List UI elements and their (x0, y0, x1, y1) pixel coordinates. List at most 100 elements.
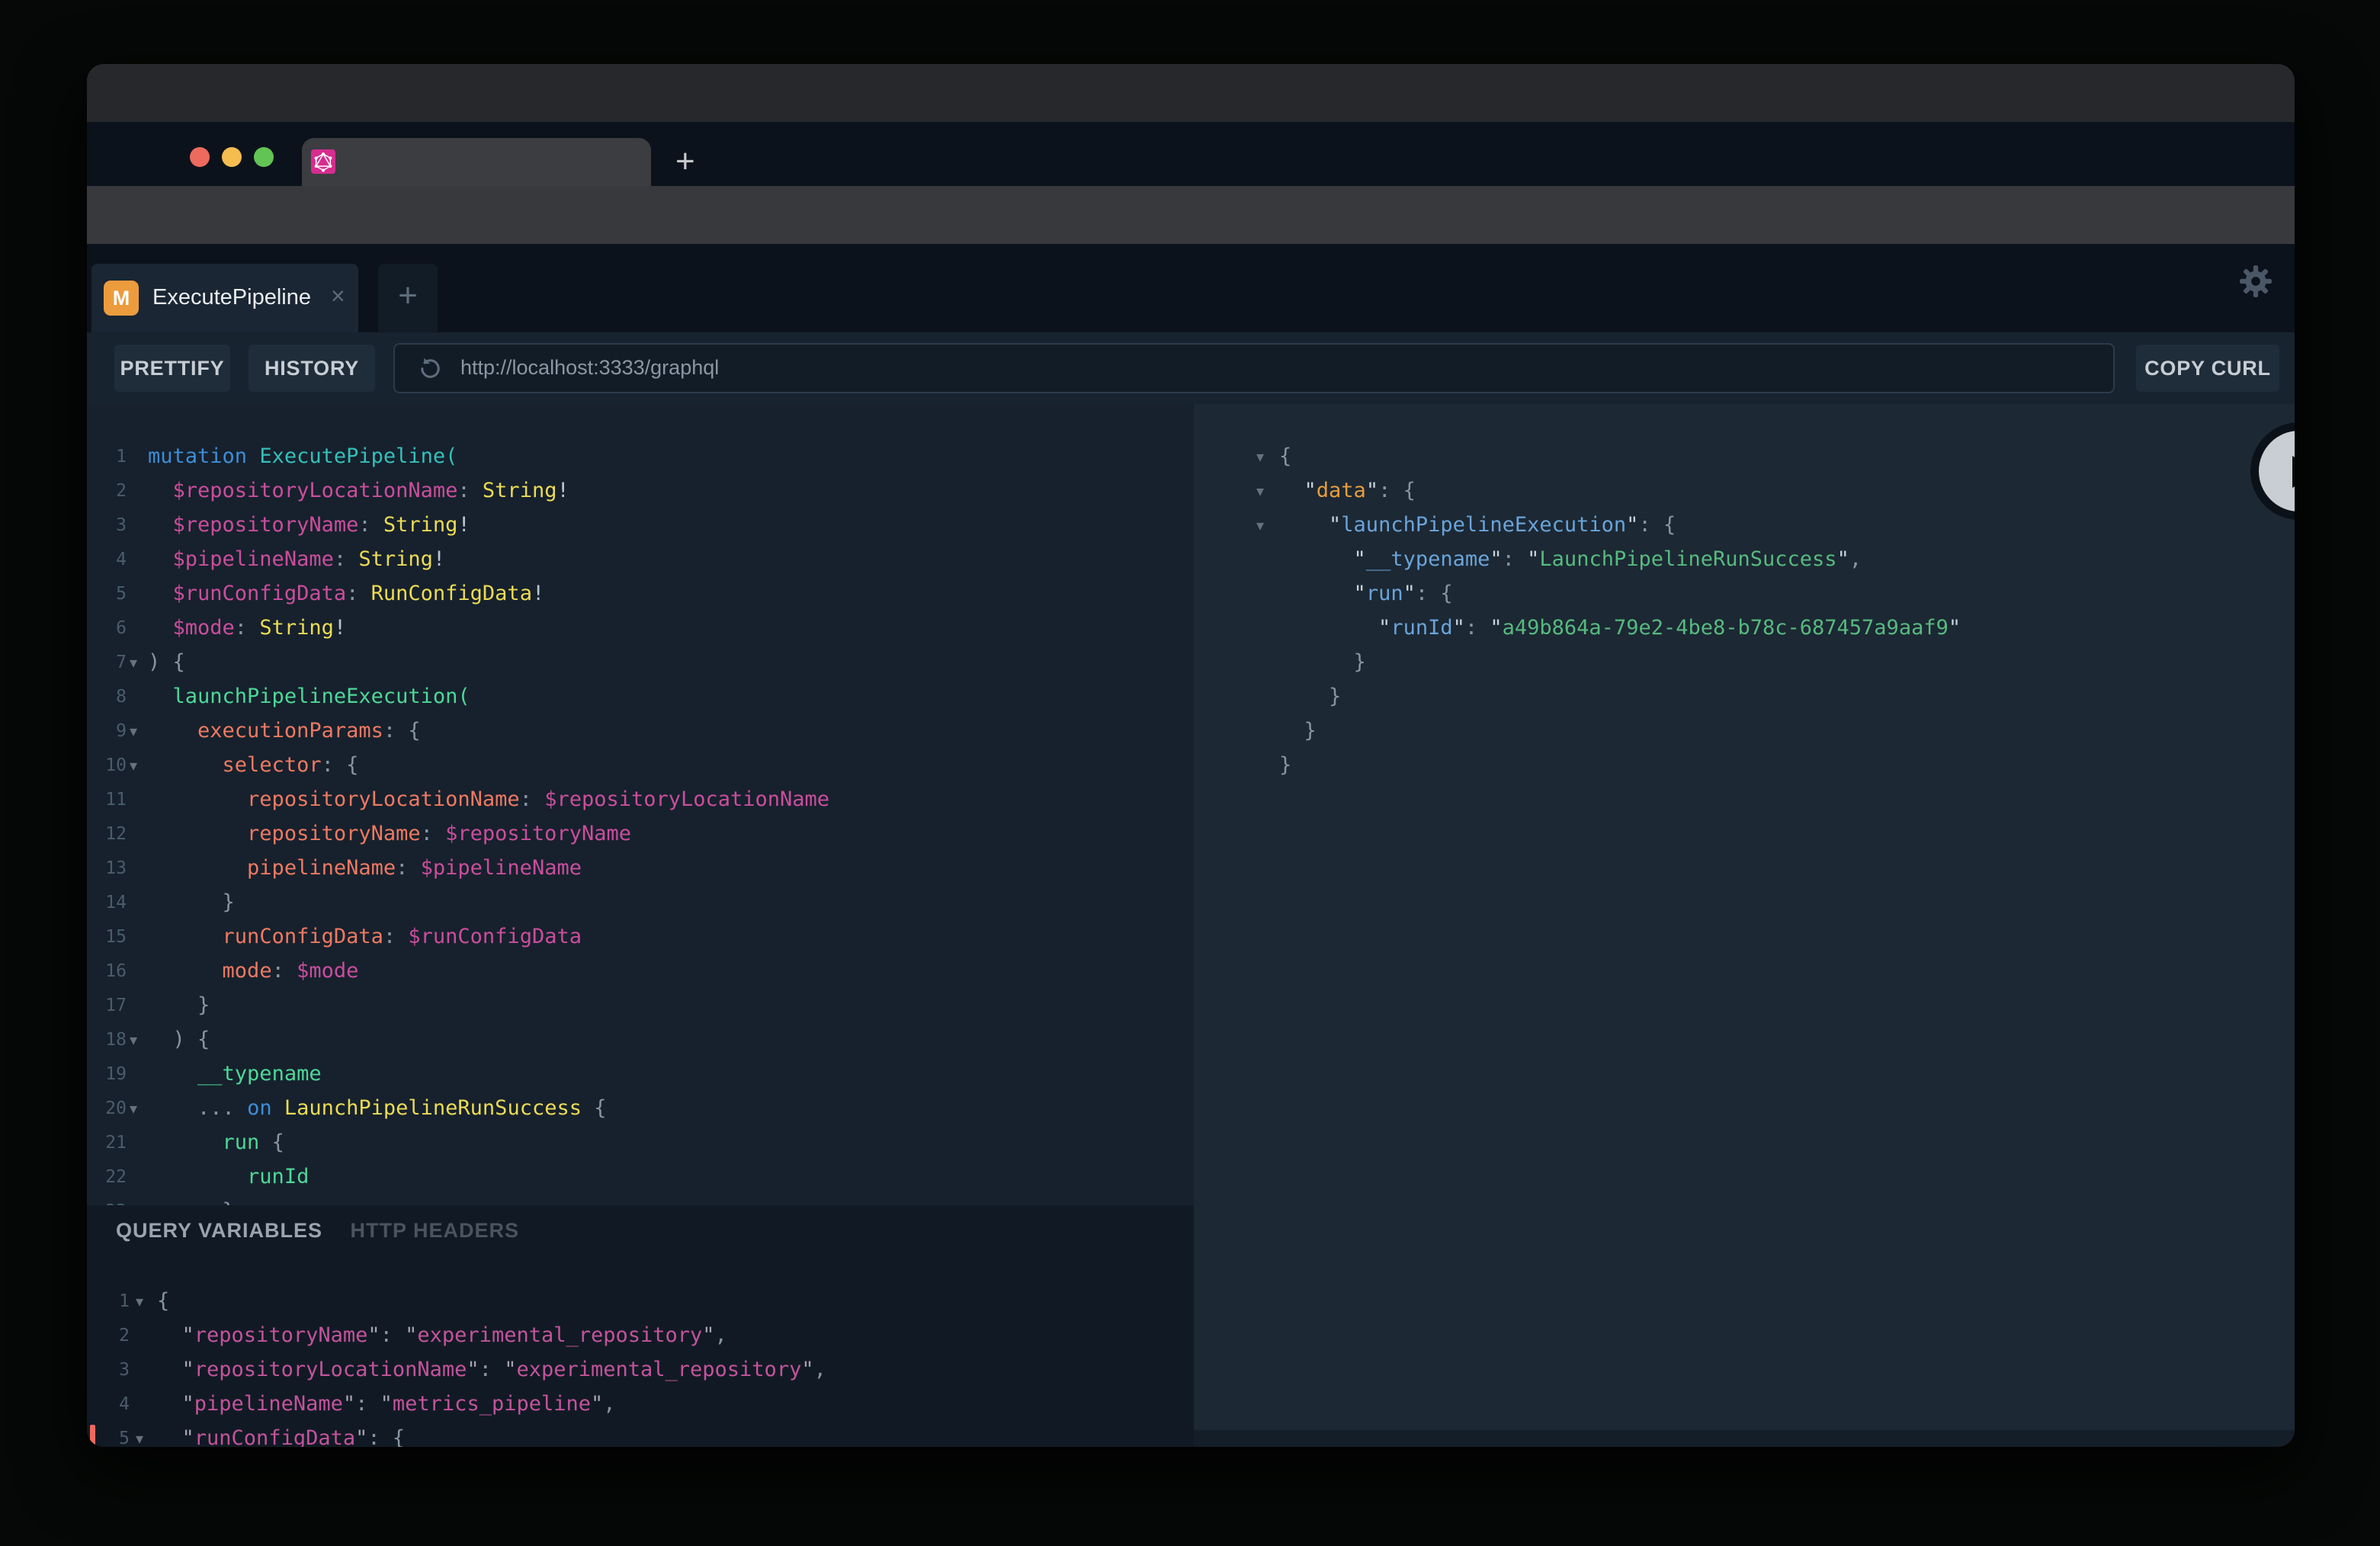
code-line: ▾ "data": { (1194, 473, 2295, 508)
code-text: "repositoryName": "experimental_reposito… (157, 1318, 727, 1352)
line-number: 15 (87, 919, 127, 954)
fold-arrow-icon[interactable]: ▾ (130, 1091, 137, 1126)
code-text: } (1279, 714, 1317, 748)
browser-tab[interactable]: Playground - http://localhost:3 × (302, 138, 651, 186)
code-text: ) { (148, 1022, 210, 1057)
traffic-light-minimize[interactable] (222, 147, 242, 167)
line-number: 21 (87, 1125, 127, 1160)
line-number: 20 (87, 1091, 127, 1126)
code-line: 14 } (87, 885, 1194, 919)
line-number: 19 (87, 1057, 127, 1092)
endpoint-url-text: http://localhost:3333/graphql (460, 356, 719, 380)
fold-arrow-icon[interactable]: ▾ (1256, 439, 1264, 474)
tracing-bar[interactable]: TRACING (1194, 1430, 2295, 1447)
code-text: "launchPipelineExecution": { (1279, 508, 1676, 542)
code-line: } (1194, 714, 2295, 748)
line-number: 23 (87, 1194, 127, 1205)
playground-tab-close-icon[interactable]: × (331, 282, 345, 310)
code-line: 19 __typename (87, 1057, 1194, 1091)
line-number: 13 (87, 851, 127, 886)
copy-curl-button[interactable]: COPY CURL (2136, 345, 2279, 392)
code-text: $mode: String! (148, 611, 346, 645)
code-line: 4 $pipelineName: String! (87, 542, 1194, 576)
variables-editor[interactable]: 1▾{2 "repositoryName": "experimental_rep… (87, 1205, 1194, 1447)
code-line: 22 runId (87, 1160, 1194, 1194)
fold-arrow-icon[interactable]: ▾ (130, 748, 137, 783)
browser-toolbar: ← → localhost:3333/graphql (87, 186, 2295, 244)
endpoint-input[interactable]: http://localhost:3333/graphql (393, 343, 2115, 393)
code-text: runId (148, 1160, 309, 1194)
line-number: 7 (87, 645, 127, 680)
fold-arrow-icon[interactable]: ▾ (1256, 473, 1264, 508)
code-text: ... on LaunchPipelineRunSuccess { (148, 1091, 607, 1125)
code-text: mode: $mode (148, 954, 358, 988)
line-number: 14 (87, 885, 127, 920)
code-text: "runId": "a49b864a-79e2-4be8-b78c-687457… (1279, 611, 1961, 645)
code-line: 12 repositoryName: $repositoryName (87, 816, 1194, 851)
code-line: 8 launchPipelineExecution( (87, 679, 1194, 714)
code-text: $repositoryName: String! (148, 508, 470, 542)
response-viewer: ▾{▾ "data": {▾ "launchPipelineExecution"… (1194, 404, 2295, 1430)
code-text: "pipelineName": "metrics_pipeline", (157, 1387, 616, 1421)
code-text: mutation ExecutePipeline( (148, 439, 457, 473)
fold-arrow-icon[interactable]: ▾ (136, 1284, 143, 1319)
playground-tab-title: ExecutePipeline (152, 285, 311, 310)
settings-gear-icon[interactable] (2238, 264, 2273, 303)
code-line: 2 "repositoryName": "experimental_reposi… (87, 1318, 1194, 1352)
browser-window: Playground - http://localhost:3 × + ← → (87, 64, 2295, 1447)
code-text: } (148, 988, 210, 1022)
new-tab-button[interactable]: + (675, 143, 695, 180)
code-line: 1▾ { (87, 1284, 1194, 1318)
code-line: } (1194, 679, 2295, 714)
fold-arrow-icon[interactable]: ▾ (136, 1421, 143, 1447)
code-line: "runId": "a49b864a-79e2-4be8-b78c-687457… (1194, 611, 2295, 645)
code-line: 4 "pipelineName": "metrics_pipeline", (87, 1387, 1194, 1421)
fold-arrow-icon[interactable]: ▾ (1256, 508, 1264, 543)
code-line: 15 runConfigData: $runConfigData (87, 919, 1194, 954)
code-text: } (1279, 748, 1291, 782)
line-number: 22 (87, 1160, 127, 1195)
playground-tab-executepipeline[interactable]: M ExecutePipeline × (91, 264, 358, 332)
code-line: "run": { (1194, 576, 2295, 611)
code-line: 5 $runConfigData: RunConfigData! (87, 576, 1194, 611)
code-text: run { (148, 1125, 284, 1160)
traffic-light-close[interactable] (190, 147, 210, 167)
code-text: } (1279, 679, 1341, 714)
fold-arrow-icon[interactable]: ▾ (130, 645, 137, 680)
code-line: 10▾ selector: { (87, 748, 1194, 782)
browser-tab-strip: Playground - http://localhost:3 × + (87, 64, 2295, 122)
line-number: 4 (87, 1387, 130, 1422)
line-number: 1 (87, 1284, 130, 1319)
code-line: 17 } (87, 988, 1194, 1022)
code-text: { (157, 1284, 169, 1318)
history-undo-icon[interactable] (418, 356, 443, 385)
code-text: __typename (148, 1057, 322, 1091)
code-text: "runConfigData": { (157, 1421, 405, 1447)
query-editor[interactable]: 1mutation ExecutePipeline(2 $repositoryL… (87, 404, 1194, 1205)
traffic-light-zoom[interactable] (254, 147, 274, 167)
mutation-badge: M (104, 281, 139, 316)
code-text: "run": { (1279, 576, 1453, 611)
line-number: 11 (87, 782, 127, 817)
code-text: launchPipelineExecution( (148, 679, 470, 714)
response-pane: ▾{▾ "data": {▾ "launchPipelineExecution"… (1194, 404, 2295, 1430)
fold-arrow-icon[interactable]: ▾ (130, 1022, 137, 1057)
history-button[interactable]: HISTORY (249, 345, 375, 392)
code-text: } (1279, 645, 1366, 679)
line-number: 16 (87, 954, 127, 989)
line-number: 8 (87, 679, 127, 714)
code-line: 3 $repositoryName: String! (87, 508, 1194, 542)
code-line: ▾{ (1194, 439, 2295, 473)
code-line: 16 mode: $mode (87, 954, 1194, 988)
line-number: 5 (87, 1421, 130, 1447)
playground-new-tab-button[interactable]: + (378, 264, 438, 332)
code-line: 9▾ executionParams: { (87, 714, 1194, 748)
screenshot-stage: Playground - http://localhost:3 × + ← → (0, 0, 2380, 1546)
prettify-button[interactable]: PRETTIFY (114, 345, 230, 392)
code-line: 11 repositoryLocationName: $repositoryLo… (87, 782, 1194, 816)
line-number: 2 (87, 473, 127, 508)
fold-arrow-icon[interactable]: ▾ (130, 714, 137, 749)
code-line: 2 $repositoryLocationName: String! (87, 473, 1194, 508)
line-number: 9 (87, 714, 127, 749)
code-line: } (1194, 645, 2295, 679)
